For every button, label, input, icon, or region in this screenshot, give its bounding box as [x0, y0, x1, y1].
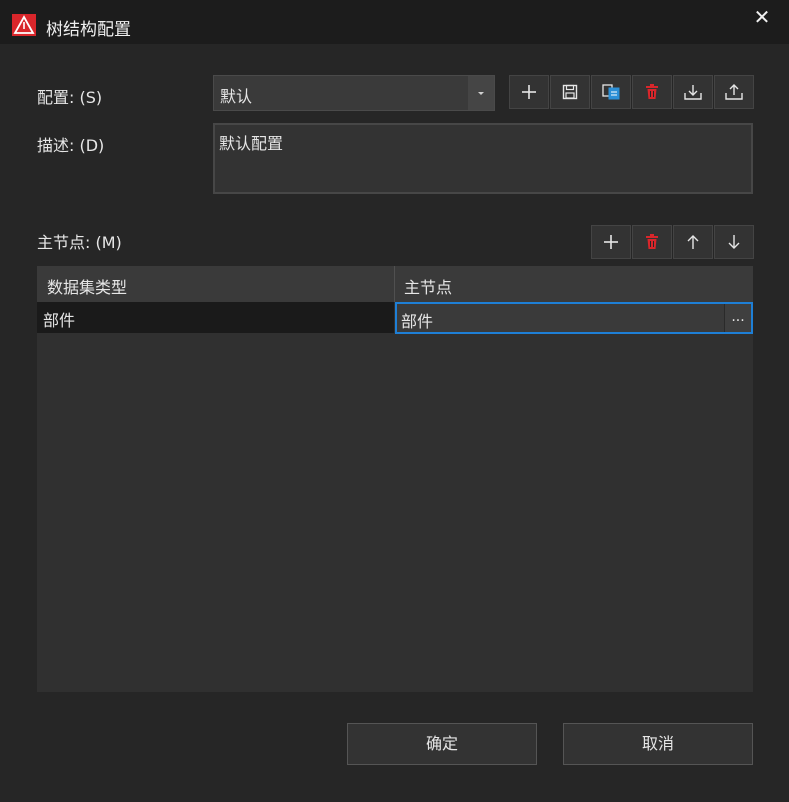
- import-icon: [684, 85, 702, 100]
- add-icon: [522, 85, 536, 99]
- delete-config-button[interactable]: [632, 75, 672, 109]
- config-toolbar: [509, 75, 755, 109]
- chevron-down-icon[interactable]: [468, 76, 494, 110]
- move-up-button[interactable]: [673, 225, 713, 259]
- export-icon: [725, 84, 743, 100]
- cell-dataset-type[interactable]: 部件: [37, 302, 394, 333]
- description-textarea[interactable]: 默认配置: [213, 123, 753, 194]
- import-config-button[interactable]: [673, 75, 713, 109]
- close-button[interactable]: ✕: [749, 4, 775, 30]
- cell-main-node-text: 部件: [401, 312, 434, 331]
- arrow-up-icon: [687, 235, 699, 249]
- delete-icon: [646, 84, 658, 99]
- main-node-toolbar: [591, 225, 755, 259]
- delete-node-button[interactable]: [632, 225, 672, 259]
- grid-header: 数据集类型 主节点: [37, 266, 753, 302]
- column-header-node[interactable]: 主节点: [404, 274, 452, 298]
- add-config-button[interactable]: [509, 75, 549, 109]
- description-value: 默认配置: [219, 134, 284, 153]
- add-node-button[interactable]: [591, 225, 631, 259]
- save-config-button[interactable]: [550, 75, 590, 109]
- title-bar: 树结构配置 ✕: [0, 0, 789, 44]
- cancel-button[interactable]: 取消: [563, 723, 753, 765]
- cell-main-node[interactable]: 部件 ...: [395, 302, 753, 334]
- arrow-down-icon: [728, 235, 740, 249]
- save-icon: [562, 84, 578, 100]
- browse-button[interactable]: ...: [724, 304, 751, 332]
- column-header-type[interactable]: 数据集类型: [47, 274, 127, 298]
- copy-config-button[interactable]: [591, 75, 631, 109]
- column-divider[interactable]: [394, 266, 395, 302]
- description-label: 描述: (D): [37, 136, 105, 155]
- config-select[interactable]: 默认: [213, 75, 495, 111]
- window-title: 树结构配置: [46, 20, 131, 40]
- table-row[interactable]: 部件 部件 ...: [37, 302, 753, 334]
- main-node-grid: 数据集类型 主节点 部件 部件 ...: [37, 266, 753, 692]
- export-config-button[interactable]: [714, 75, 754, 109]
- main-node-label: 主节点: (M): [37, 233, 122, 252]
- copy-icon: [602, 84, 620, 100]
- app-logo-icon: [12, 14, 36, 36]
- config-select-value: 默认: [220, 87, 253, 106]
- delete-icon: [646, 234, 658, 249]
- move-down-button[interactable]: [714, 225, 754, 259]
- config-label: 配置: (S): [37, 88, 103, 107]
- add-icon: [604, 235, 618, 249]
- ok-button[interactable]: 确定: [347, 723, 537, 765]
- cell-dataset-type-text: 部件: [43, 311, 76, 330]
